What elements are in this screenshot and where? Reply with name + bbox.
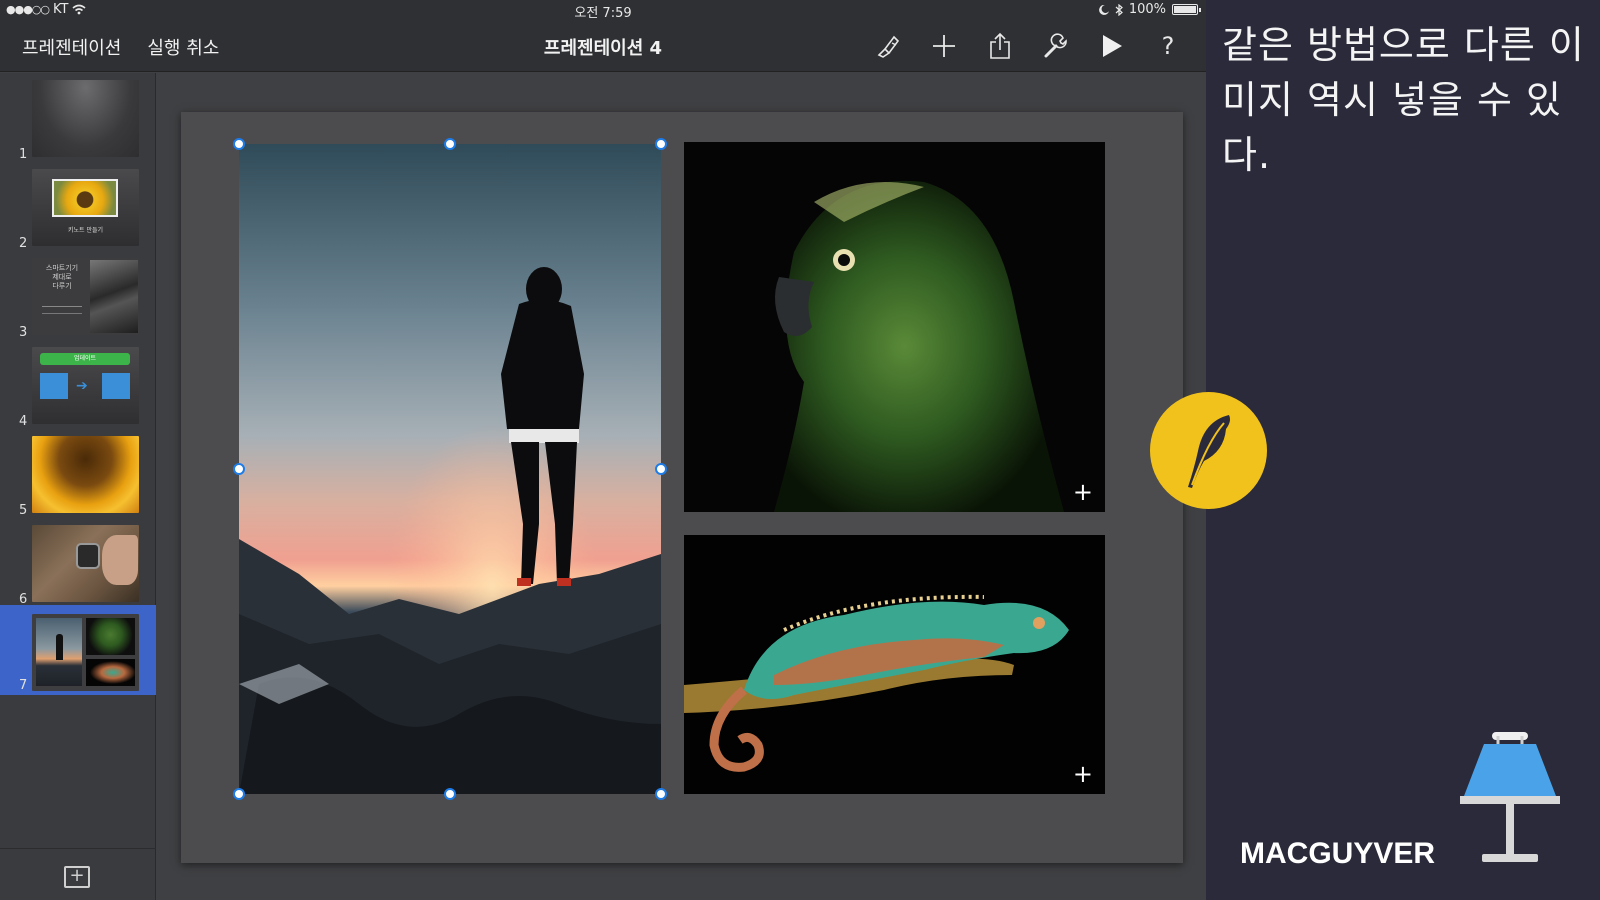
parrot-mini-image — [86, 618, 135, 655]
slide-thumbnail-2[interactable]: 키노트 만들기 2 — [0, 165, 156, 253]
toolbar: 프레젠테이션 실행 취소 프레젠테이션 4 ? — [0, 20, 1206, 72]
arrow-right-icon: ➔ — [76, 378, 88, 394]
green-parrot-image — [684, 142, 1105, 512]
resize-handle-top-left[interactable] — [233, 138, 245, 150]
add-slide-button[interactable]: + — [64, 866, 90, 888]
replace-image-plus-icon[interactable]: + — [1073, 762, 1093, 786]
resize-handle-top-center[interactable] — [444, 138, 456, 150]
share-icon — [990, 32, 1010, 59]
play-button[interactable] — [1096, 30, 1128, 62]
slide-number: 7 — [19, 678, 28, 693]
slide-6-preview — [32, 525, 139, 602]
moon-icon — [1098, 4, 1109, 15]
resize-handle-top-right[interactable] — [655, 138, 667, 150]
help-button[interactable]: ? — [1152, 30, 1184, 62]
slide-5-preview — [32, 436, 139, 513]
slide-3-preview: 스마트기기 제대로 다루기 — [32, 258, 139, 335]
resize-handle-middle-right[interactable] — [655, 463, 667, 475]
slide-2-caption: 키노트 만들기 — [67, 227, 104, 234]
wrench-icon — [1044, 33, 1067, 58]
feather-icon — [1187, 414, 1230, 488]
feather-logo-badge — [1150, 392, 1267, 509]
slide-3-title: 스마트기기 제대로 다루기 — [45, 264, 79, 290]
tools-button[interactable] — [1040, 30, 1072, 62]
plus-icon — [933, 35, 955, 57]
slide-4-preview: 업데이트 ➔ — [32, 347, 139, 424]
status-time: 오전 7:59 — [574, 6, 632, 21]
slide-number: 5 — [19, 503, 28, 518]
share-button[interactable] — [984, 30, 1016, 62]
slide-number: 1 — [19, 147, 28, 162]
blue-box-right — [102, 373, 130, 399]
sunflower-image — [52, 179, 118, 217]
chameleon-mini-image — [86, 659, 135, 686]
tutorial-caption: 같은 방법으로 다른 이미지 역시 넣을 수 있다. — [1222, 23, 1585, 177]
slide-thumbnail-6[interactable]: 6 — [0, 521, 156, 609]
blue-box-left — [40, 373, 68, 399]
slide-thumbnail-4[interactable]: 업데이트 ➔ 4 — [0, 343, 156, 431]
slide-canvas[interactable]: + + — [181, 112, 1183, 863]
slide-navigator: 1 키노트 만들기 2 스마트기기 제대로 다루기 3 업데이트 ➔ 4 5 6… — [0, 73, 156, 900]
keynote-logo-icon — [1460, 732, 1560, 862]
slide-thumbnail-3[interactable]: 스마트기기 제대로 다루기 3 — [0, 254, 156, 342]
resize-handle-bottom-left[interactable] — [233, 788, 245, 800]
chameleon-photo[interactable]: + — [684, 535, 1105, 794]
battery-icon — [1172, 4, 1201, 15]
brand-watermark: MACGUYVER — [1240, 837, 1436, 870]
hiker-mini-image — [36, 618, 82, 686]
slide-thumbnail-5[interactable]: 5 — [0, 432, 156, 520]
parrot-photo[interactable]: + — [684, 142, 1105, 512]
slide-thumbnail-7[interactable]: 7 — [0, 605, 156, 695]
watch-on-wrist-image — [76, 543, 100, 569]
navigator-divider — [0, 848, 156, 849]
slide-1-preview — [32, 80, 139, 157]
status-bar: ●●●○○ KT 오전 7:59 100% — [0, 0, 1206, 21]
chameleon-image — [684, 535, 1105, 794]
slide-number: 4 — [19, 414, 28, 429]
battery-percentage: 100% — [1128, 2, 1166, 17]
resize-handle-bottom-right[interactable] — [655, 788, 667, 800]
resize-handle-middle-left[interactable] — [233, 463, 245, 475]
slide-7-preview — [32, 614, 139, 691]
insert-button[interactable] — [928, 30, 960, 62]
format-brush-button[interactable] — [872, 30, 904, 62]
paintbrush-icon — [877, 35, 900, 58]
slide-number: 3 — [19, 325, 28, 340]
resize-handle-bottom-center[interactable] — [444, 788, 456, 800]
slide-thumbnail-1[interactable]: 1 — [0, 76, 156, 164]
replace-image-plus-icon[interactable]: + — [1073, 480, 1093, 504]
keynote-app-window: ●●●○○ KT 오전 7:59 100% 프레젠테이션 실행 취소 프레젠테이… — [0, 0, 1206, 900]
bluetooth-icon — [1115, 3, 1123, 16]
slide-2-preview: 키노트 만들기 — [32, 169, 139, 246]
hiker-sunset-image — [239, 144, 661, 794]
slide-4-banner: 업데이트 — [40, 353, 130, 365]
slide-3-subtitle-lines — [42, 306, 82, 314]
laptop-image — [90, 260, 138, 333]
hand-image — [102, 535, 138, 585]
slide-number: 2 — [19, 236, 28, 251]
hiker-photo[interactable] — [239, 144, 661, 794]
play-icon — [1103, 35, 1122, 57]
plus-icon: + — [69, 865, 85, 886]
